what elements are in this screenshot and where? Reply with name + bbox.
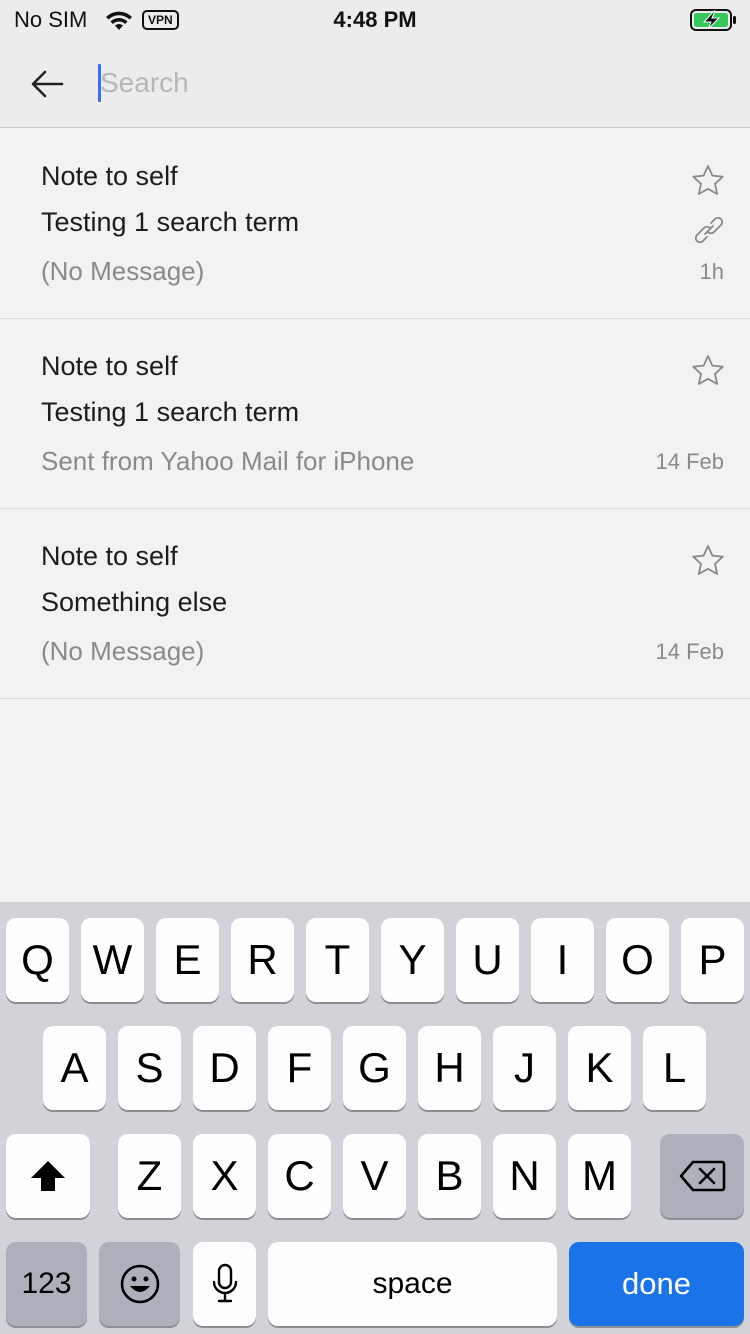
result-subject: Testing 1 search term <box>41 397 300 427</box>
key-h[interactable]: H <box>418 1026 481 1110</box>
numbers-key[interactable]: 123 <box>6 1242 87 1326</box>
result-date: 14 Feb <box>655 639 725 664</box>
key-j[interactable]: J <box>493 1026 556 1110</box>
space-key[interactable]: space <box>268 1242 557 1326</box>
result-preview: (No Message) <box>41 256 205 286</box>
key-l[interactable]: L <box>643 1026 706 1110</box>
result-preview: Sent from Yahoo Mail for iPhone <box>41 446 415 476</box>
status-bar: No SIM VPN 4:48 PM <box>0 0 750 40</box>
result-subject: Something else <box>41 587 228 617</box>
key-u[interactable]: U <box>456 918 519 1002</box>
key-g[interactable]: G <box>343 1026 406 1110</box>
result-sender: Note to self <box>41 541 178 571</box>
backspace-icon <box>679 1160 726 1192</box>
star-icon[interactable] <box>690 353 726 389</box>
search-header <box>0 40 750 128</box>
key-y[interactable]: Y <box>381 918 444 1002</box>
key-q[interactable]: Q <box>6 918 69 1002</box>
search-results-list: Note to self Testing 1 search term (No M… <box>0 129 750 699</box>
key-f[interactable]: F <box>268 1026 331 1110</box>
key-m[interactable]: M <box>568 1134 631 1218</box>
result-item[interactable]: Note to self Testing 1 search term Sent … <box>0 319 750 509</box>
back-arrow-icon <box>31 70 64 98</box>
key-w[interactable]: W <box>81 918 144 1002</box>
result-item[interactable]: Note to self Something else (No Message)… <box>0 509 750 699</box>
emoji-icon <box>120 1264 159 1304</box>
key-k[interactable]: K <box>568 1026 631 1110</box>
key-v[interactable]: V <box>343 1134 406 1218</box>
star-icon[interactable] <box>690 543 726 579</box>
key-d[interactable]: D <box>193 1026 256 1110</box>
key-b[interactable]: B <box>418 1134 481 1218</box>
key-t[interactable]: T <box>306 918 369 1002</box>
attachment-icon <box>694 216 724 244</box>
result-sender: Note to self <box>41 351 178 381</box>
result-sender: Note to self <box>41 161 178 191</box>
key-o[interactable]: O <box>606 918 669 1002</box>
shift-key[interactable] <box>6 1134 90 1218</box>
shift-arrow-icon <box>31 1161 65 1191</box>
key-x[interactable]: X <box>193 1134 256 1218</box>
key-n[interactable]: N <box>493 1134 556 1218</box>
back-button[interactable] <box>26 62 70 106</box>
key-r[interactable]: R <box>231 918 294 1002</box>
key-p[interactable]: P <box>681 918 744 1002</box>
done-key[interactable]: done <box>569 1242 744 1326</box>
key-z[interactable]: Z <box>118 1134 181 1218</box>
result-subject: Testing 1 search term <box>41 207 300 237</box>
key-e[interactable]: E <box>156 918 219 1002</box>
result-preview: (No Message) <box>41 636 205 666</box>
microphone-icon <box>212 1263 237 1303</box>
dictation-key[interactable] <box>193 1242 256 1326</box>
status-time: 4:48 PM <box>333 7 417 32</box>
key-s[interactable]: S <box>118 1026 181 1110</box>
keyboard: Q W E R T Y U I O P A S D F G H J K L Z … <box>0 902 750 1334</box>
backspace-key[interactable] <box>660 1134 744 1218</box>
result-date: 1h <box>699 259 724 284</box>
result-date: 14 Feb <box>655 449 725 474</box>
key-i[interactable]: I <box>531 918 594 1002</box>
battery-charging-icon <box>690 9 736 31</box>
key-c[interactable]: C <box>268 1134 331 1218</box>
star-icon[interactable] <box>690 163 726 199</box>
emoji-key[interactable] <box>99 1242 180 1326</box>
search-input[interactable] <box>100 62 700 104</box>
result-item[interactable]: Note to self Testing 1 search term (No M… <box>0 129 750 319</box>
key-a[interactable]: A <box>43 1026 106 1110</box>
